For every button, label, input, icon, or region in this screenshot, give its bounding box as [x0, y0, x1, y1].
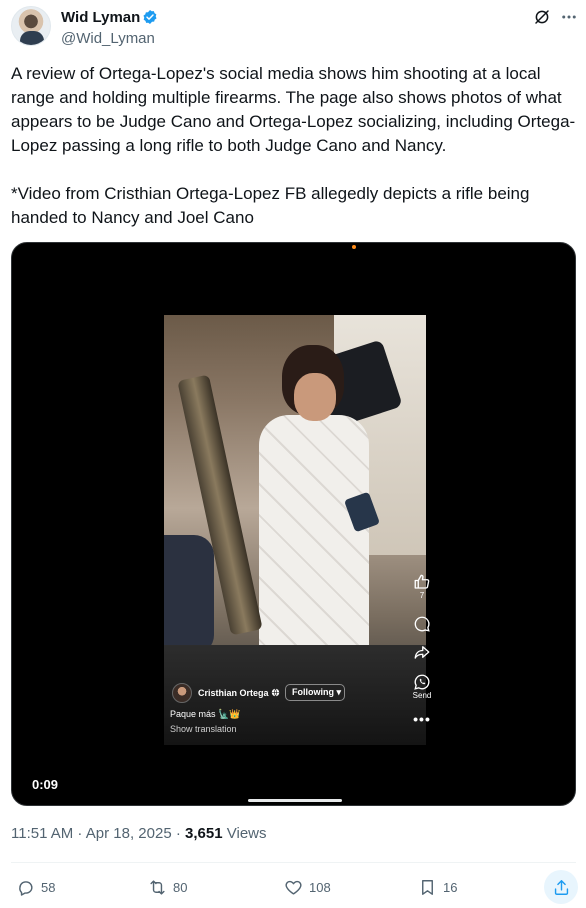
post-paragraph: A review of Ortega-Lopez's social media …	[11, 64, 576, 155]
meta-separator: ·	[73, 825, 86, 842]
repost-button[interactable]: 80	[148, 876, 187, 898]
post-text: A review of Ortega-Lopez's social media …	[11, 62, 576, 230]
fb-comment-action[interactable]	[400, 615, 444, 633]
meta-separator: ·	[171, 825, 186, 842]
show-translation-link[interactable]: Show translation	[170, 724, 237, 734]
share-button[interactable]	[544, 870, 578, 904]
video-timestamp: 0:09	[32, 777, 59, 792]
post-meta: 11:51 AM · Apr 18, 2025 · 3,651 Views	[11, 825, 267, 842]
video-left-person	[164, 535, 214, 655]
fb-avatar[interactable]	[172, 683, 192, 703]
views-label: Views	[226, 825, 267, 842]
fb-more-icon[interactable]: •••	[400, 711, 444, 727]
grok-icon[interactable]	[533, 8, 551, 26]
reply-icon	[19, 880, 33, 896]
fb-caption: Paque más 🗽👑	[170, 709, 241, 719]
avatar-torso	[20, 31, 44, 45]
post-date[interactable]: Apr 18, 2025	[86, 825, 172, 842]
forward-arrow-icon	[414, 646, 430, 659]
post-paragraph: *Video from Cristhian Ortega-Lopez FB al…	[11, 184, 530, 227]
like-count: 108	[309, 879, 331, 895]
video-player[interactable]: 7 Send ••• Cristhian Ortega Following ▾	[11, 242, 576, 806]
video-scrubber[interactable]	[248, 799, 342, 802]
like-button[interactable]: 108	[284, 876, 331, 898]
author-avatar[interactable]	[11, 6, 51, 46]
author-display-name[interactable]: Wid Lyman	[61, 9, 140, 26]
globe-icon	[271, 688, 280, 697]
author-handle[interactable]: @Wid_Lyman	[61, 30, 155, 47]
fb-send-label: Send	[412, 691, 432, 700]
fb-like-count: 7	[419, 591, 425, 600]
bookmark-count: 16	[443, 879, 458, 895]
indicator-dot	[352, 245, 356, 249]
verified-icon	[143, 10, 157, 24]
reply-button[interactable]: 58	[16, 876, 55, 898]
repost-icon	[150, 879, 165, 895]
video-person-body	[259, 415, 369, 655]
thumbs-up-icon	[414, 574, 430, 589]
comment-bubble-icon	[414, 616, 430, 632]
more-icon[interactable]	[560, 8, 578, 26]
following-button[interactable]: Following ▾	[285, 684, 345, 701]
like-icon	[285, 880, 302, 895]
reply-count: 58	[41, 879, 56, 895]
divider	[11, 862, 576, 863]
bookmark-icon	[422, 879, 433, 895]
fb-send-action[interactable]: Send	[400, 673, 444, 700]
views-count: 3,651	[185, 825, 223, 842]
video-person-face	[294, 373, 336, 421]
video-frame[interactable]	[164, 315, 426, 745]
fb-author-name[interactable]: Cristhian Ortega	[198, 688, 269, 698]
share-icon	[554, 879, 568, 895]
repost-count: 80	[173, 879, 188, 895]
fb-share-action[interactable]	[400, 643, 444, 661]
post-time[interactable]: 11:51 AM	[11, 825, 73, 842]
fb-like-action[interactable]: 7	[400, 573, 444, 600]
bookmark-button[interactable]: 16	[418, 876, 457, 898]
whatsapp-icon	[414, 674, 430, 690]
post-header: Wid Lyman @Wid_Lyman	[0, 0, 586, 56]
